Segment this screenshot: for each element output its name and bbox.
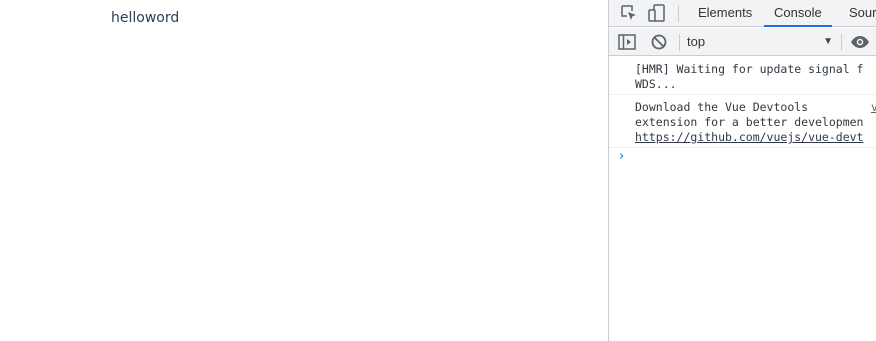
- context-value: top: [687, 34, 706, 49]
- tab-console[interactable]: Console: [764, 0, 832, 27]
- console-message: [HMR] Waiting for update signal f WDS...: [609, 57, 876, 95]
- message-source-link[interactable]: v: [871, 100, 876, 115]
- dropdown-arrow-icon: ▼: [823, 36, 833, 47]
- page-content: helloword: [0, 0, 608, 341]
- browser-viewport: helloword Elements Console Sour top ▼ [H…: [0, 0, 876, 341]
- message-text: [HMR] Waiting for update signal f: [635, 62, 864, 76]
- execution-context-select[interactable]: top ▼: [687, 34, 833, 51]
- console-messages: [HMR] Waiting for update signal f WDS...…: [609, 57, 876, 148]
- console-message: Download the Vue Devtools extension for …: [609, 95, 876, 148]
- console-toolbar: top ▼: [609, 28, 876, 56]
- devtools-panel: Elements Console Sour top ▼ [HMR] Waitin…: [608, 0, 876, 341]
- hello-text: helloword: [111, 10, 180, 26]
- vue-devtools-link[interactable]: https://github.com/vuejs/vue-devt: [635, 130, 876, 145]
- toolbar-separator: [841, 34, 842, 51]
- message-text: extension for a better developmen: [635, 115, 864, 129]
- toolbar-separator: [678, 5, 679, 22]
- toolbar-separator: [679, 34, 680, 51]
- show-console-sidebar-icon[interactable]: [617, 32, 637, 52]
- console-prompt-icon[interactable]: ›: [619, 149, 631, 164]
- inspect-element-icon[interactable]: [619, 3, 639, 23]
- devtools-tabbar: Elements Console Sour: [609, 0, 876, 27]
- live-expression-eye-icon[interactable]: [850, 32, 870, 52]
- tab-sources[interactable]: Sour: [849, 0, 876, 27]
- clear-console-icon[interactable]: [649, 32, 669, 52]
- device-toolbar-icon[interactable]: [647, 3, 667, 23]
- message-text: Download the Vue Devtools: [635, 100, 809, 114]
- tab-elements[interactable]: Elements: [698, 0, 752, 27]
- message-text: WDS...: [635, 77, 677, 91]
